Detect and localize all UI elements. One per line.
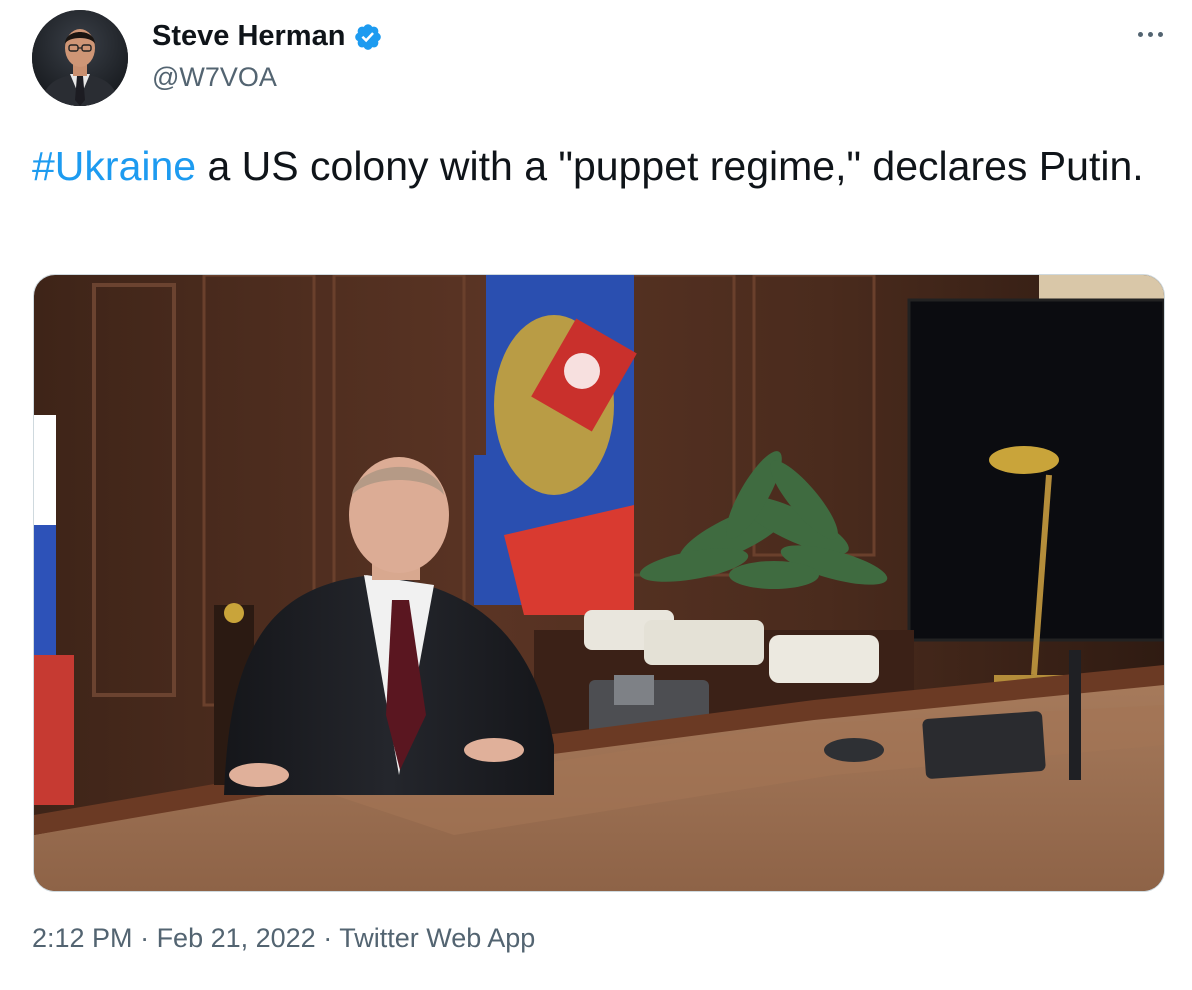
- tweet-meta: 2:12 PM · Feb 21, 2022 · Twitter Web App: [32, 923, 535, 954]
- author-avatar[interactable]: [32, 10, 128, 106]
- tweet-media-photo[interactable]: [33, 274, 1165, 892]
- more-options-icon[interactable]: [1130, 22, 1170, 46]
- tweet-text: #Ukraine a US colony with a "puppet regi…: [32, 138, 1167, 195]
- tweet-date[interactable]: Feb 21, 2022: [157, 923, 316, 953]
- meta-separator: ·: [132, 923, 157, 953]
- more-dot: [1137, 31, 1143, 37]
- author-handle[interactable]: @W7VOA: [152, 62, 277, 93]
- more-dot: [1147, 31, 1153, 37]
- tweet-source[interactable]: Twitter Web App: [339, 923, 535, 953]
- tweet-time[interactable]: 2:12 PM: [32, 923, 133, 953]
- avatar-image: [32, 10, 128, 106]
- tweet-card: Steve Herman @W7VOA #Ukraine a US colony…: [0, 0, 1192, 990]
- tweet-body-text: a US colony with a "puppet regime," decl…: [196, 143, 1144, 189]
- more-dot: [1157, 31, 1163, 37]
- photo-image: [34, 275, 1164, 891]
- author-name-row: Steve Herman: [152, 20, 383, 53]
- verified-badge-icon: [353, 22, 383, 52]
- hashtag-link[interactable]: #Ukraine: [32, 143, 196, 189]
- meta-separator: ·: [315, 923, 340, 953]
- author-display-name[interactable]: Steve Herman: [152, 20, 345, 53]
